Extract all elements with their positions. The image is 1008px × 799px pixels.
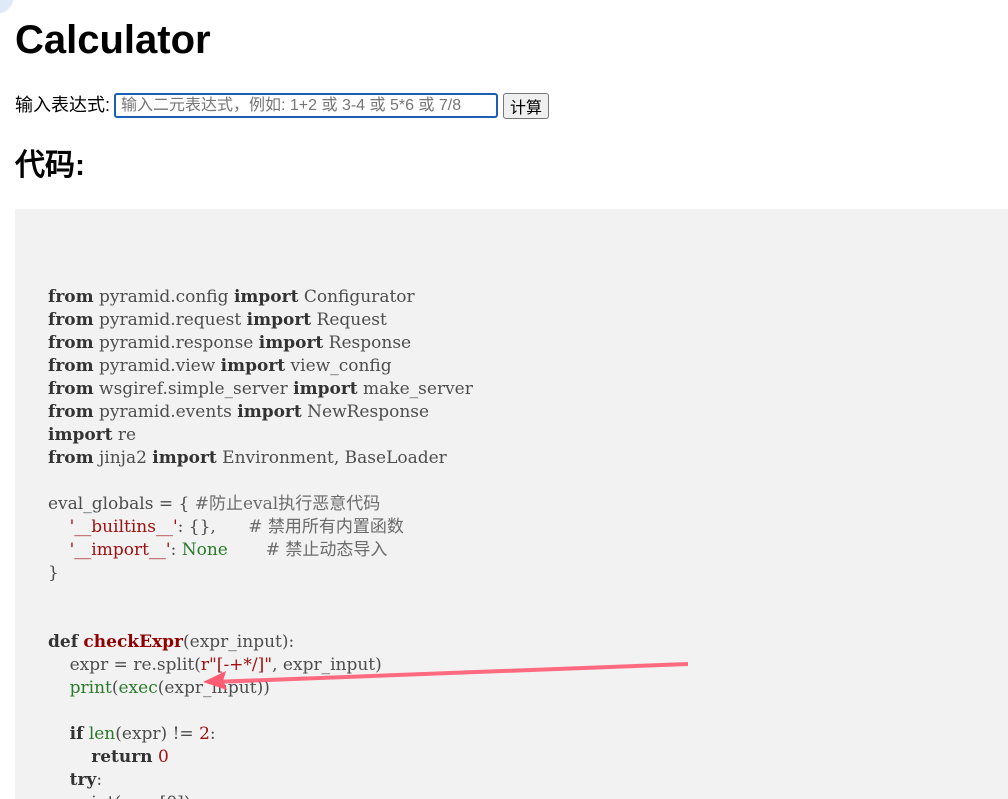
code-token: expr = re.split( xyxy=(48,655,201,675)
code-token: make_server xyxy=(357,379,473,399)
code-token: : {}, xyxy=(177,517,249,537)
code-token: pyramid.view xyxy=(93,356,221,376)
code-token: pyramid.events xyxy=(93,402,238,422)
code-line: '__builtins__': {}, # 禁用所有内置函数 xyxy=(48,517,404,537)
code-line: try: xyxy=(48,770,102,790)
code-token: jinja2 xyxy=(93,448,153,468)
code-token: } xyxy=(48,563,59,583)
code-token: exec xyxy=(118,678,158,698)
code-token: NewResponse xyxy=(301,402,430,422)
code-token: Response xyxy=(323,333,412,353)
code-token: from xyxy=(48,448,94,468)
code-token: #防止eval执行恶意代码 xyxy=(194,494,381,514)
code-line: def checkExpr(expr_input): xyxy=(48,632,294,652)
code-token: pyramid.config xyxy=(93,287,234,307)
code-token: # 禁止动态导入 xyxy=(265,540,388,560)
code-line: print(exec(expr_input)) xyxy=(48,678,270,698)
code-heading: 代码: xyxy=(15,149,85,182)
code-token: (expr_input)) xyxy=(157,678,270,698)
code-line: from pyramid.request import Request xyxy=(48,310,387,330)
code-token: def xyxy=(48,632,79,652)
code-token: : xyxy=(170,540,182,560)
code-token: '__import__' xyxy=(69,540,171,560)
code-token: '__builtins__' xyxy=(69,517,178,537)
calculate-button[interactable]: 计算 xyxy=(503,92,550,119)
code-token: (expr) != xyxy=(115,724,200,744)
code-line: int(expr[0]) xyxy=(48,793,190,799)
code-token: , expr_input) xyxy=(272,655,382,675)
expression-form: 输入表达式: 计算 xyxy=(15,92,550,119)
code-token: import xyxy=(152,448,217,468)
code-line: from jinja2 import Environment, BaseLoad… xyxy=(48,448,447,468)
code-token: eval_globals = { xyxy=(48,494,195,514)
code-token: wsgiref.simple_server xyxy=(93,379,294,399)
code-line: return 0 xyxy=(48,747,169,767)
code-token: (expr_input): xyxy=(183,632,295,652)
code-token: : xyxy=(209,724,216,744)
code-token: import xyxy=(48,425,113,445)
code-token: Environment, BaseLoader xyxy=(216,448,447,468)
code-line: from pyramid.events import NewResponse xyxy=(48,402,429,422)
code-line: } xyxy=(48,563,59,583)
code-token: try xyxy=(69,770,97,790)
code-token: 2 xyxy=(199,724,210,744)
code-line: from pyramid.response import Response xyxy=(48,333,411,353)
code-line: import re xyxy=(48,425,136,445)
code-token: view_config xyxy=(285,356,392,376)
code-token: from xyxy=(48,310,94,330)
code-token: pyramid.response xyxy=(93,333,259,353)
code-token: r"[-+*/]" xyxy=(200,655,273,675)
code-token: from xyxy=(48,379,94,399)
code-token: len xyxy=(88,724,116,744)
code-token: from xyxy=(48,287,94,307)
code-token: print xyxy=(69,678,112,698)
code-token: 0 xyxy=(157,747,169,767)
code-token: import xyxy=(293,379,358,399)
code-line: if len(expr) != 2: xyxy=(48,724,216,744)
expression-input[interactable] xyxy=(114,93,499,118)
code-token: if xyxy=(69,724,84,744)
code-token: None xyxy=(181,540,228,560)
code-line: eval_globals = { #防止eval执行恶意代码 xyxy=(48,494,380,514)
source-code: from pyramid.config import Configurator … xyxy=(48,286,473,799)
code-block: from pyramid.config import Configurator … xyxy=(15,209,1008,799)
code-token: from xyxy=(48,333,94,353)
code-token: : xyxy=(96,770,103,790)
code-line: expr = re.split(r"[-+*/]", expr_input) xyxy=(48,655,382,675)
code-token: return xyxy=(91,747,153,767)
code-token: Request xyxy=(311,310,387,330)
code-line: from pyramid.config import Configurator xyxy=(48,287,415,307)
code-line: from pyramid.view import view_config xyxy=(48,356,392,376)
code-token: # 禁用所有内置函数 xyxy=(248,517,404,537)
expression-label: 输入表达式: xyxy=(15,95,111,115)
code-line: '__import__': None # 禁止动态导入 xyxy=(48,540,388,560)
code-token: from xyxy=(48,402,94,422)
code-token: import xyxy=(258,333,324,353)
code-line: from wsgiref.simple_server import make_s… xyxy=(48,379,473,399)
code-token: from xyxy=(48,356,94,376)
code-token: import xyxy=(220,356,286,376)
code-token: import xyxy=(246,310,312,330)
code-token: import xyxy=(237,402,302,422)
code-token: ( xyxy=(111,678,119,698)
code-token: pyramid.request xyxy=(93,310,247,330)
code-token: Configurator xyxy=(298,287,415,307)
page-title: Calculator xyxy=(15,18,211,62)
code-token: import xyxy=(233,287,299,307)
code-token: int(expr[0]) xyxy=(48,793,190,799)
code-token: checkExpr xyxy=(83,632,184,652)
corner-decoration xyxy=(0,0,14,14)
code-token: re xyxy=(112,425,137,445)
